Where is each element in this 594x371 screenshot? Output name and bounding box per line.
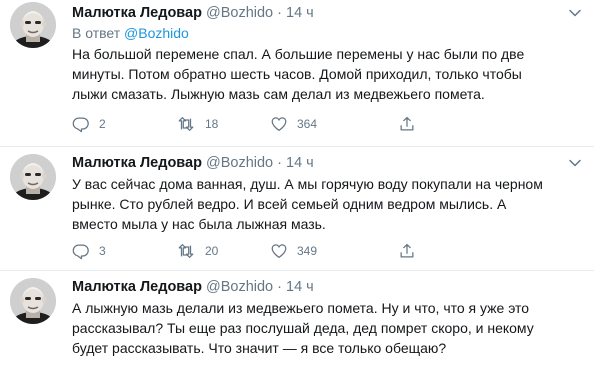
tweet-actions: 2 18 364 [72, 114, 492, 134]
reply-button[interactable]: 3 [72, 241, 106, 261]
tweet-header: Малютка Ледовар @Bozhido · 14 ч [72, 278, 582, 296]
tweet-text: На большой перемене спал. А большие пере… [72, 44, 582, 104]
reply-count: 2 [99, 117, 106, 131]
tweet-timestamp[interactable]: 14 ч [286, 279, 314, 295]
tweet-text-line: рынке. Сто рублей ведро. И всей семьей о… [72, 196, 507, 212]
reply-icon [72, 242, 90, 260]
chevron-down-icon[interactable] [568, 158, 582, 168]
tweet-text-line: вместо мыла у нас была лыжная мазь. [72, 216, 326, 232]
tweet-actions: 3 20 349 [72, 241, 492, 261]
like-count: 364 [297, 117, 318, 131]
tweet-timestamp[interactable]: 14 ч [286, 155, 314, 171]
retweet-button[interactable]: 20 [176, 241, 218, 261]
author-handle[interactable]: @Bozhido [206, 5, 273, 21]
avatar-photo [10, 154, 56, 200]
avatar-photo [10, 2, 56, 48]
share-icon [398, 242, 416, 260]
retweet-count: 18 [205, 117, 219, 131]
retweet-count: 20 [205, 244, 219, 258]
share-button[interactable] [398, 114, 416, 134]
retweet-icon [176, 115, 196, 133]
tweet-header: Малютка Ледовар @Bozhido · 14 ч [72, 154, 582, 172]
tweet[interactable]: Малютка Ледовар @Bozhido · 14 ч А лыжную… [0, 270, 594, 371]
tweet[interactable]: Малютка Ледовар @Bozhido · 14 ч В ответ … [0, 0, 594, 146]
like-icon [270, 242, 288, 260]
separator-dot: · [277, 279, 282, 295]
tweet-text-line: На большой перемене спал. А большие пере… [72, 46, 525, 62]
separator-dot: · [277, 5, 282, 21]
tweet-text-line: А лыжную мазь делали из медвежьего помет… [72, 300, 530, 316]
share-button[interactable] [398, 241, 416, 261]
avatar[interactable] [10, 154, 56, 200]
avatar[interactable] [10, 278, 56, 324]
tweet-header: Малютка Ледовар @Bozhido · 14 ч [72, 4, 582, 22]
author-handle[interactable]: @Bozhido [206, 279, 273, 295]
author-handle[interactable]: @Bozhido [206, 155, 273, 171]
tweet-text: У вас сейчас дома ванная, душ. А мы горя… [72, 174, 582, 234]
share-icon [398, 115, 416, 133]
like-button[interactable]: 349 [270, 241, 317, 261]
avatar[interactable] [10, 2, 56, 48]
reply-icon [72, 115, 90, 133]
tweet[interactable]: Малютка Ледовар @Bozhido · 14 ч У вас се… [0, 146, 594, 270]
like-icon [270, 115, 288, 133]
tweet-text-line: рассказывал? Ты еще раз послушай деда, д… [72, 320, 534, 336]
like-button[interactable]: 364 [270, 114, 317, 134]
reply-context: В ответ @Bozhido [72, 24, 582, 42]
chevron-down-icon[interactable] [568, 8, 582, 18]
avatar-photo [10, 278, 56, 324]
author-name[interactable]: Малютка Ледовар [72, 155, 202, 171]
like-count: 349 [297, 244, 318, 258]
tweet-text-line: У вас сейчас дома ванная, душ. А мы горя… [72, 176, 543, 192]
tweet-text-line: минуты. Потом обратно шесть часов. Домой… [72, 66, 522, 82]
tweet-text-line: лыжи смазать. Лыжную мазь сам делал из м… [72, 86, 485, 102]
tweet-feed: Малютка Ледовар @Bozhido · 14 ч В ответ … [0, 0, 594, 371]
reply-button[interactable]: 2 [72, 114, 106, 134]
reply-prefix: В ответ [72, 25, 121, 41]
retweet-button[interactable]: 18 [176, 114, 218, 134]
reply-to-handle[interactable]: @Bozhido [124, 25, 189, 41]
author-name[interactable]: Малютка Ледовар [72, 279, 202, 295]
reply-count: 3 [99, 244, 106, 258]
tweet-text-line: будет рассказывать. Что значит — я все т… [72, 340, 447, 356]
author-name[interactable]: Малютка Ледовар [72, 5, 202, 21]
retweet-icon [176, 242, 196, 260]
separator-dot: · [277, 155, 282, 171]
tweet-timestamp[interactable]: 14 ч [286, 5, 314, 21]
tweet-text: А лыжную мазь делали из медвежьего помет… [72, 298, 582, 358]
